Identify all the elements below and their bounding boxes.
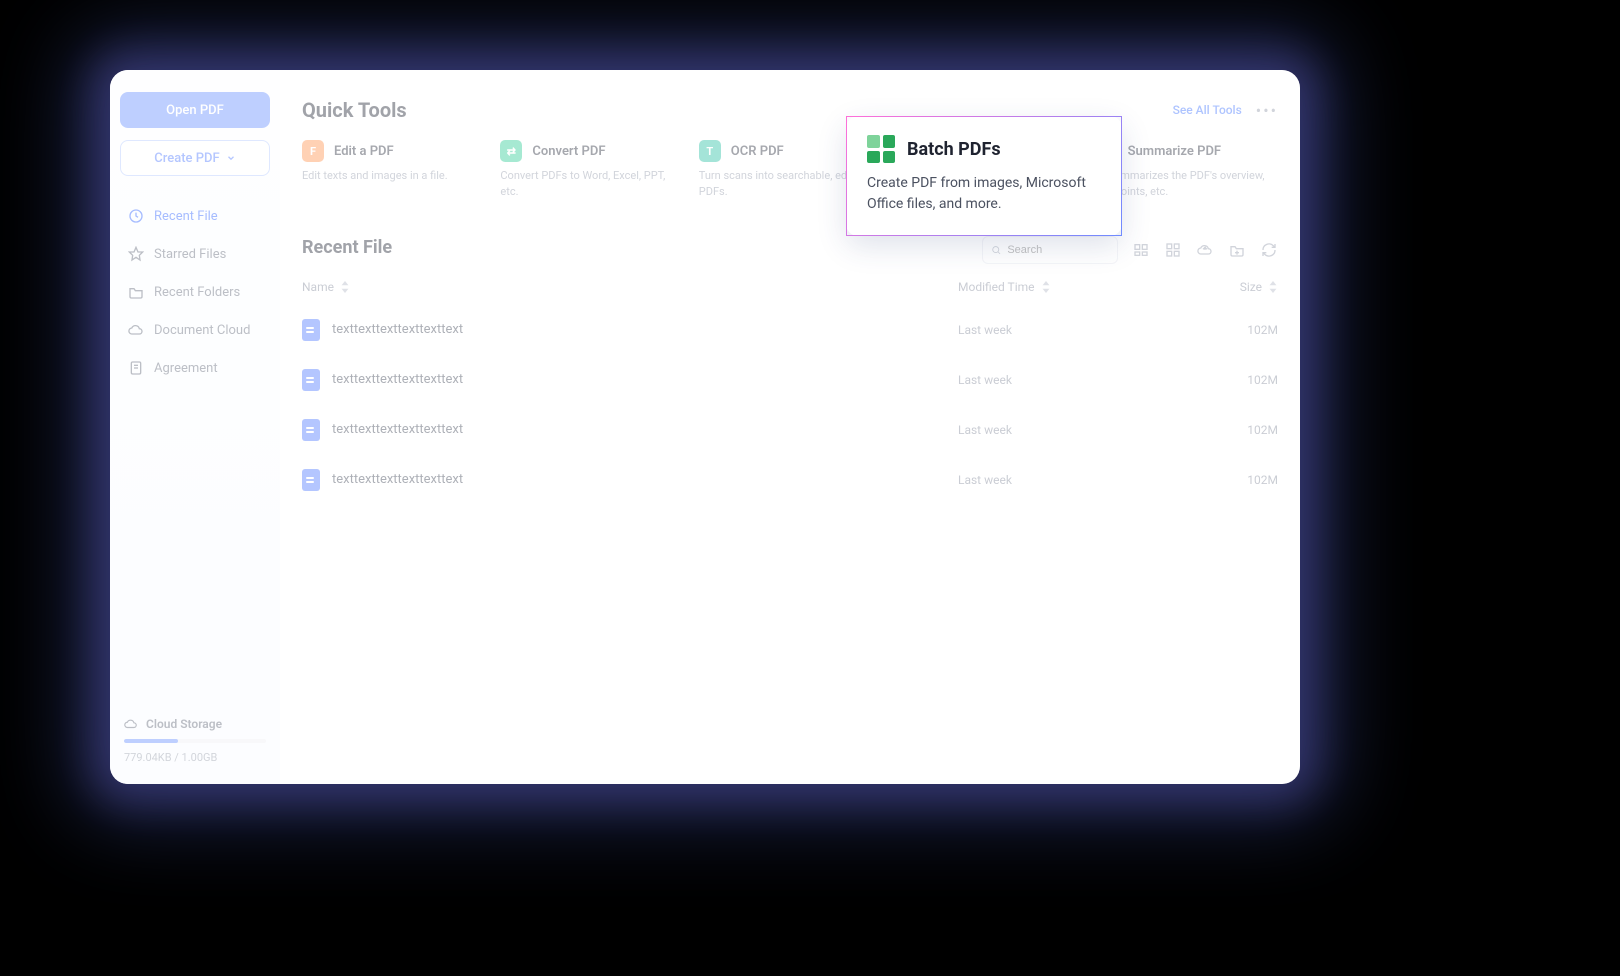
tool-edit-pdf[interactable]: F Edit a PDF Edit texts and images in a …	[302, 140, 484, 200]
document-icon	[128, 360, 144, 376]
upload-button[interactable]	[1196, 241, 1214, 259]
tool-popover-batch-pdfs[interactable]: Batch PDFs Create PDF from images, Micro…	[846, 116, 1122, 236]
sidebar-nav: Recent File Starred Files Recent Folders…	[120, 198, 270, 386]
new-folder-button[interactable]	[1228, 241, 1246, 259]
column-name[interactable]: Name	[302, 280, 958, 294]
sort-icon	[1268, 281, 1278, 293]
table-row[interactable]: texttexttexttexttexttext Last week102M	[302, 305, 1278, 355]
view-list-button[interactable]	[1132, 241, 1150, 259]
see-all-tools-link[interactable]: See All Tools	[1173, 103, 1242, 117]
edit-icon: F	[302, 140, 324, 162]
sidebar-item-agreement[interactable]: Agreement	[120, 350, 270, 386]
create-pdf-label: Create PDF	[154, 151, 219, 166]
tool-desc: Edit texts and images in a file.	[302, 168, 484, 184]
tool-title: OCR PDF	[731, 144, 784, 159]
sidebar-item-recent-folders[interactable]: Recent Folders	[120, 274, 270, 310]
sidebar-item-starred-files[interactable]: Starred Files	[120, 236, 270, 272]
recent-file-title: Recent File	[302, 237, 392, 258]
sidebar-item-label: Starred Files	[154, 247, 226, 262]
sidebar-item-label: Agreement	[154, 361, 218, 376]
page-title: Quick Tools	[302, 98, 407, 122]
pdf-file-icon	[302, 319, 320, 341]
tool-title: Edit a PDF	[334, 144, 394, 159]
cloud-icon	[124, 717, 138, 731]
sidebar-item-label: Recent File	[154, 209, 218, 224]
pdf-file-icon	[302, 419, 320, 441]
ocr-icon: T	[699, 140, 721, 162]
table-header: Name Modified Time Size	[302, 272, 1278, 305]
tool-convert-pdf[interactable]: ⇄ Convert PDF Convert PDFs to Word, Exce…	[500, 140, 682, 200]
star-icon	[128, 246, 144, 262]
batch-icon	[867, 135, 895, 163]
sort-icon	[340, 281, 350, 293]
file-modified: Last week	[958, 323, 1158, 337]
open-pdf-button[interactable]: Open PDF	[120, 92, 270, 128]
sidebar: Open PDF Create PDF Recent File Starred …	[110, 70, 280, 784]
create-pdf-button[interactable]: Create PDF	[120, 140, 270, 176]
file-name: texttexttexttexttexttext	[332, 472, 463, 487]
storage-progress	[124, 739, 266, 743]
popover-desc: Create PDF from images, Microsoft Office…	[867, 173, 1101, 215]
quick-tools-grid: F Edit a PDF Edit texts and images in a …	[302, 140, 1278, 200]
tool-title: Convert PDF	[532, 144, 605, 159]
file-modified: Last week	[958, 423, 1158, 437]
search-icon	[991, 244, 1001, 256]
tool-desc: AI summarizes the PDF's overview, key po…	[1096, 168, 1278, 200]
clock-icon	[128, 208, 144, 224]
storage-usage: 779.04KB / 1.00GB	[124, 751, 266, 764]
file-size: 102M	[1158, 423, 1278, 437]
tool-desc: Convert PDFs to Word, Excel, PPT, etc.	[500, 168, 682, 200]
view-grid-button[interactable]	[1164, 241, 1182, 259]
file-rows: texttexttexttexttexttextLast week102Mtex…	[302, 305, 1278, 505]
pdf-file-icon	[302, 469, 320, 491]
file-name: texttexttexttexttexttext	[332, 322, 463, 337]
sidebar-item-recent-file[interactable]: Recent File	[120, 198, 270, 234]
table-row[interactable]: texttexttexttexttexttext Last week102M	[302, 405, 1278, 455]
table-row[interactable]: texttexttexttexttexttext Last week102M	[302, 355, 1278, 405]
column-size[interactable]: Size	[1158, 280, 1278, 294]
popover-title: Batch PDFs	[907, 139, 1001, 160]
folder-icon	[128, 284, 144, 300]
open-pdf-label: Open PDF	[166, 103, 224, 118]
refresh-button[interactable]	[1260, 241, 1278, 259]
sidebar-item-label: Document Cloud	[154, 323, 250, 338]
file-modified: Last week	[958, 473, 1158, 487]
more-menu-button[interactable]: •••	[1256, 101, 1278, 120]
file-size: 102M	[1158, 323, 1278, 337]
file-size: 102M	[1158, 373, 1278, 387]
column-modified[interactable]: Modified Time	[958, 280, 1158, 294]
sidebar-item-document-cloud[interactable]: Document Cloud	[120, 312, 270, 348]
cloud-icon	[128, 322, 144, 338]
main-area: Quick Tools See All Tools ••• F Edit a P…	[280, 70, 1300, 784]
tool-title: Summarize PDF	[1128, 144, 1221, 159]
file-size: 102M	[1158, 473, 1278, 487]
chevron-down-icon	[226, 153, 236, 163]
sort-icon	[1041, 281, 1051, 293]
storage-title: Cloud Storage	[146, 717, 222, 731]
convert-icon: ⇄	[500, 140, 522, 162]
tool-summarize-pdf[interactable]: ✦ Summarize PDF AI summarizes the PDF's …	[1096, 140, 1278, 200]
pdf-file-icon	[302, 369, 320, 391]
file-modified: Last week	[958, 373, 1158, 387]
search-input-wrapper[interactable]	[982, 236, 1118, 264]
table-row[interactable]: texttexttexttexttexttext Last week102M	[302, 455, 1278, 505]
storage-panel: Cloud Storage 779.04KB / 1.00GB	[120, 717, 270, 768]
file-name: texttexttexttexttexttext	[332, 422, 463, 437]
file-name: texttexttexttexttexttext	[332, 372, 463, 387]
sidebar-item-label: Recent Folders	[154, 285, 240, 300]
search-input[interactable]	[1007, 244, 1109, 256]
